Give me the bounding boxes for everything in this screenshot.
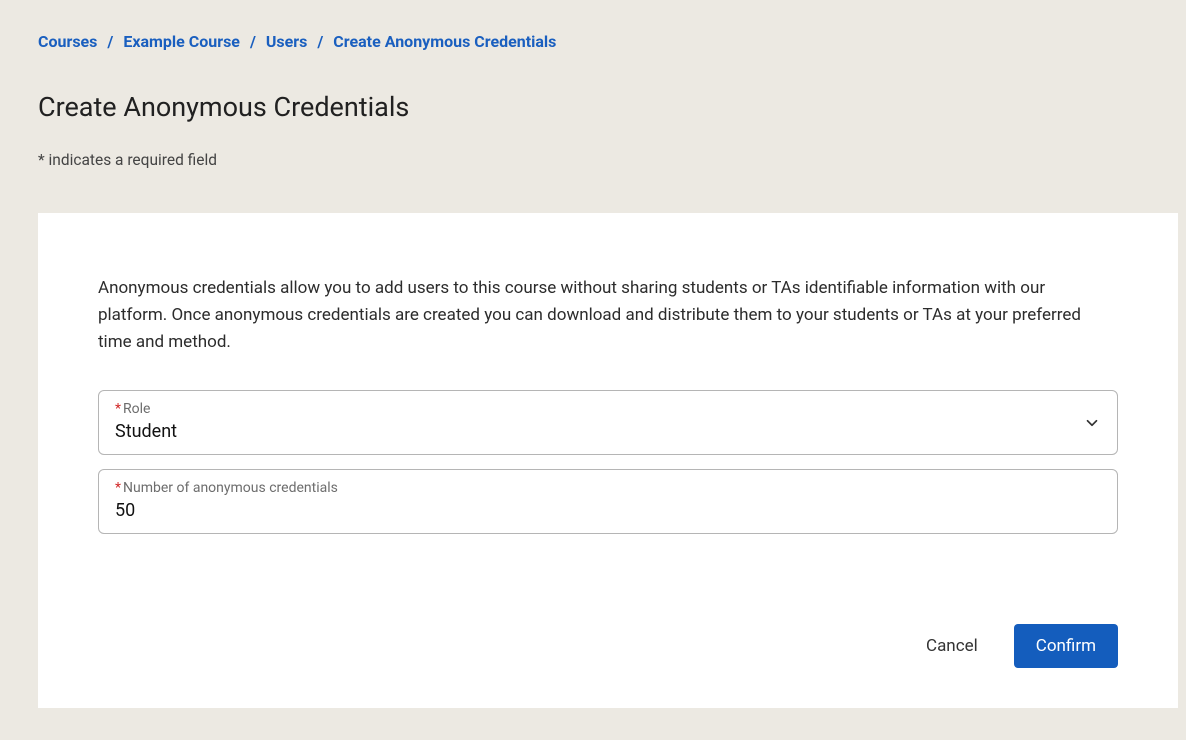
chevron-down-icon	[1083, 414, 1101, 432]
credentials-count-label: *Number of anonymous credentials	[115, 480, 1101, 496]
form-actions: Cancel Confirm	[98, 624, 1118, 668]
breadcrumb-separator: /	[250, 32, 256, 51]
cancel-button[interactable]: Cancel	[922, 626, 982, 666]
role-select[interactable]: *Role Student	[98, 390, 1118, 455]
credentials-count-input[interactable]	[115, 500, 1101, 521]
breadcrumb-separator: /	[107, 32, 113, 51]
role-value: Student	[115, 421, 1073, 442]
form-description: Anonymous credentials allow you to add u…	[98, 275, 1118, 356]
breadcrumb-create-anonymous-credentials[interactable]: Create Anonymous Credentials	[333, 32, 556, 51]
breadcrumb-users[interactable]: Users	[266, 32, 307, 51]
confirm-button[interactable]: Confirm	[1014, 624, 1118, 668]
credentials-count-field[interactable]: *Number of anonymous credentials	[98, 469, 1118, 534]
breadcrumb-example-course[interactable]: Example Course	[123, 32, 240, 51]
required-field-note: * indicates a required field	[38, 151, 1148, 169]
breadcrumb-separator: /	[317, 32, 323, 51]
breadcrumb-courses[interactable]: Courses	[38, 32, 97, 51]
page-title: Create Anonymous Credentials	[38, 91, 1148, 123]
form-card: Anonymous credentials allow you to add u…	[38, 213, 1178, 708]
role-label: *Role	[115, 401, 1073, 417]
breadcrumb: Courses / Example Course / Users / Creat…	[38, 32, 1148, 51]
